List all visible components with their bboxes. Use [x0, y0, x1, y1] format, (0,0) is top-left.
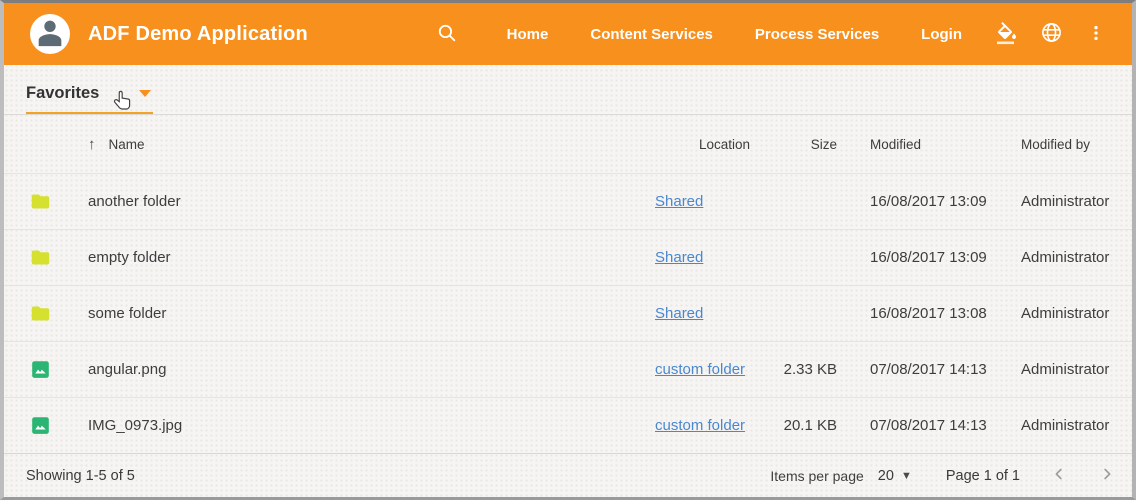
app-header: ADF Demo Application Home Content Servic… [4, 3, 1132, 65]
app-window: ADF Demo Application Home Content Servic… [0, 0, 1136, 500]
person-icon [33, 15, 67, 54]
nav-content-services[interactable]: Content Services [590, 26, 713, 43]
file-modified-by: Administrator [1014, 361, 1132, 378]
table-header-row: ↑ Name Location Size Modified Modified b… [4, 115, 1132, 173]
search-icon [436, 22, 458, 47]
paginator-controls: Items per page 20 ▼ Page 1 of 1 [770, 465, 1116, 486]
file-modified: 07/08/2017 14:13 [837, 417, 1014, 434]
row-type-icon-cell [30, 359, 88, 380]
file-modified: 16/08/2017 13:09 [837, 249, 1014, 266]
file-table-body: another folder Shared 16/08/2017 13:09 A… [4, 173, 1132, 453]
table-row[interactable]: IMG_0973.jpg custom folder 20.1 KB 07/08… [4, 397, 1132, 453]
paint-bucket-icon [994, 21, 1018, 48]
file-location-link[interactable]: Shared [655, 249, 703, 266]
image-icon [30, 359, 51, 380]
column-header-name[interactable]: ↑ Name [88, 136, 655, 153]
items-per-page-select[interactable]: 20 ▼ [878, 468, 912, 484]
user-avatar [30, 14, 70, 54]
row-type-icon-cell [30, 247, 88, 268]
folder-icon [30, 191, 51, 212]
file-location-cell: Shared [655, 305, 750, 322]
favorites-label: Favorites [26, 84, 99, 103]
image-icon [30, 415, 51, 436]
items-per-page-value: 20 [878, 468, 894, 484]
app-title: ADF Demo Application [88, 23, 308, 46]
select-caret-icon: ▼ [901, 470, 912, 482]
row-type-icon-cell [30, 415, 88, 436]
sort-ascending-icon: ↑ [88, 136, 96, 153]
chevron-left-icon [1050, 465, 1068, 486]
file-location-cell: custom folder [655, 417, 750, 434]
table-row[interactable]: angular.png custom folder 2.33 KB 07/08/… [4, 341, 1132, 397]
file-name[interactable]: empty folder [88, 249, 655, 266]
items-per-page-label: Items per page [770, 468, 863, 484]
file-size: 20.1 KB [750, 417, 837, 434]
file-modified-by: Administrator [1014, 193, 1132, 210]
file-location-link[interactable]: Shared [655, 193, 703, 210]
table-row[interactable]: another folder Shared 16/08/2017 13:09 A… [4, 173, 1132, 229]
file-location-link[interactable]: custom folder [655, 417, 745, 434]
chevron-right-icon [1098, 465, 1116, 486]
file-name[interactable]: angular.png [88, 361, 655, 378]
file-size: 2.33 KB [750, 361, 837, 378]
file-name[interactable]: some folder [88, 305, 655, 322]
column-header-modified[interactable]: Modified [837, 137, 1014, 152]
page-indicator: Page 1 of 1 [946, 468, 1020, 484]
previous-page-button[interactable] [1050, 465, 1068, 486]
file-location-cell: Shared [655, 193, 750, 210]
dropdown-caret-icon [139, 90, 151, 97]
file-name[interactable]: another folder [88, 193, 655, 210]
file-modified: 16/08/2017 13:09 [837, 193, 1014, 210]
file-location-link[interactable]: custom folder [655, 361, 745, 378]
folder-icon [30, 247, 51, 268]
search-button[interactable] [436, 22, 458, 47]
column-header-modified-by[interactable]: Modified by [1014, 137, 1132, 152]
nav-home[interactable]: Home [507, 26, 549, 43]
language-button[interactable] [1040, 21, 1063, 47]
column-header-location[interactable]: Location [655, 137, 750, 152]
nav-login[interactable]: Login [921, 26, 962, 43]
header-nav: Home Content Services Process Services L… [436, 21, 1106, 48]
view-tab-bar: Favorites [4, 65, 1132, 115]
paginator: Showing 1-5 of 5 Items per page 20 ▼ Pag… [4, 453, 1132, 497]
table-row[interactable]: some folder Shared 16/08/2017 13:08 Admi… [4, 285, 1132, 341]
table-row[interactable]: empty folder Shared 16/08/2017 13:09 Adm… [4, 229, 1132, 285]
column-header-size[interactable]: Size [750, 137, 837, 152]
file-modified-by: Administrator [1014, 249, 1132, 266]
row-type-icon-cell [30, 191, 88, 212]
theme-picker-button[interactable] [994, 21, 1018, 48]
file-modified: 07/08/2017 14:13 [837, 361, 1014, 378]
row-type-icon-cell [30, 303, 88, 324]
file-modified-by: Administrator [1014, 305, 1132, 322]
file-location-link[interactable]: Shared [655, 305, 703, 322]
globe-icon [1040, 21, 1063, 47]
nav-process-services[interactable]: Process Services [755, 26, 879, 43]
file-location-cell: custom folder [655, 361, 750, 378]
file-name[interactable]: IMG_0973.jpg [88, 417, 655, 434]
file-location-cell: Shared [655, 249, 750, 266]
more-menu-button[interactable] [1086, 22, 1106, 47]
favorites-dropdown[interactable]: Favorites [26, 84, 153, 114]
showing-range-label: Showing 1-5 of 5 [26, 468, 135, 484]
file-modified: 16/08/2017 13:08 [837, 305, 1014, 322]
kebab-menu-icon [1086, 22, 1106, 47]
next-page-button[interactable] [1098, 465, 1116, 486]
folder-icon [30, 303, 51, 324]
file-modified-by: Administrator [1014, 417, 1132, 434]
